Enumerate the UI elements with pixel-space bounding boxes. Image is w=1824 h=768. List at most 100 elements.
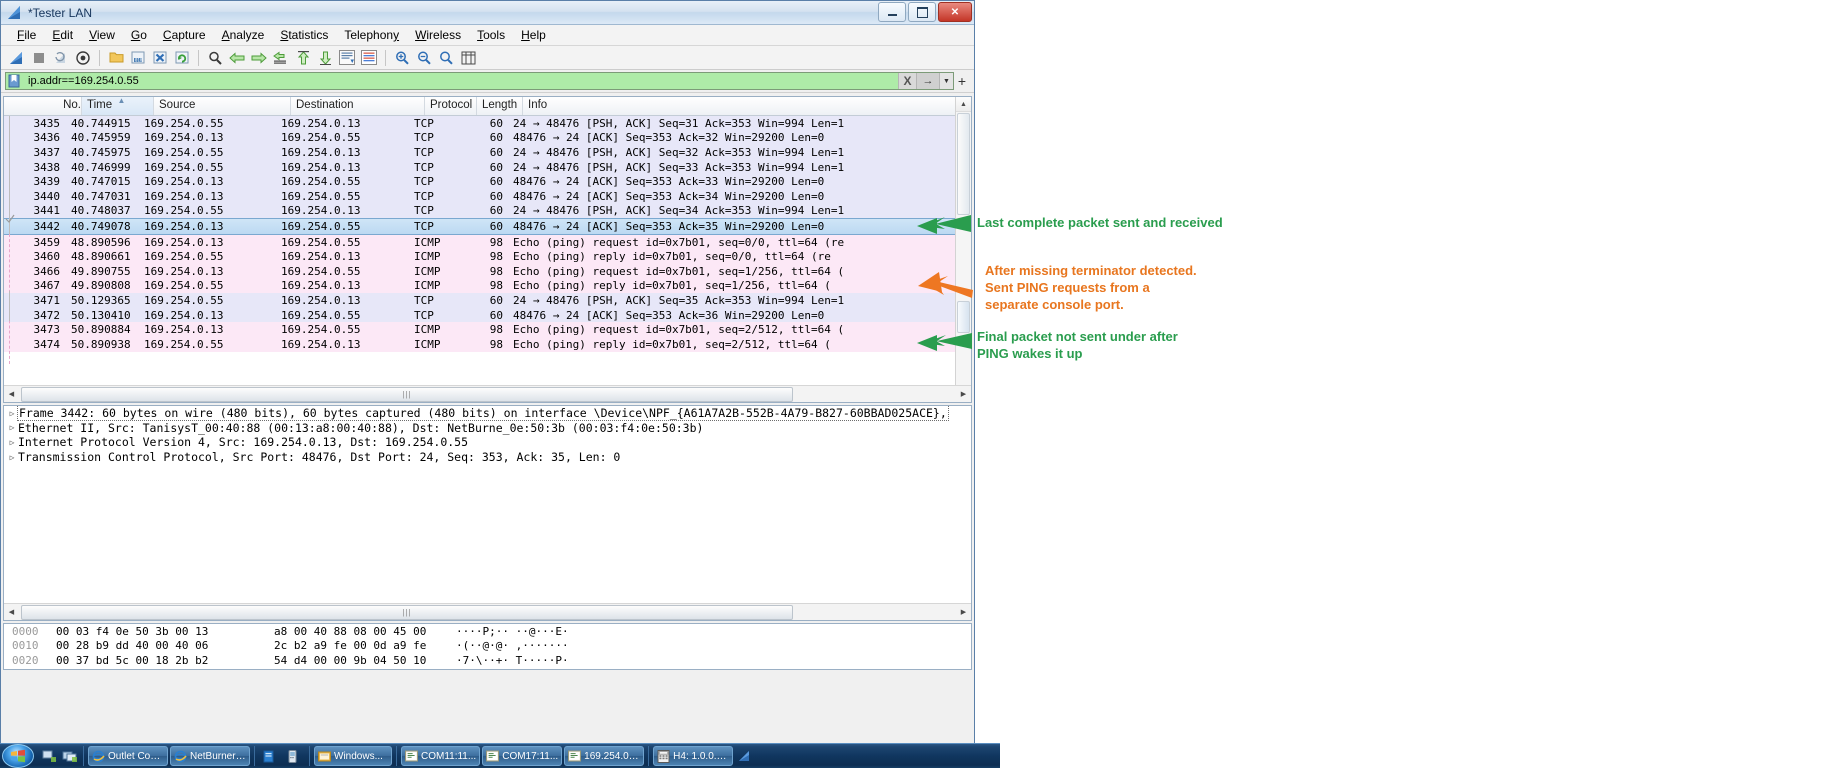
packet-detail-line[interactable]: ▷ Internet Protocol Version 4, Src: 169.2… [4,435,971,450]
column-header-info[interactable]: Info [523,97,971,115]
hexdump-row[interactable]: 0000 00 03 f4 0e 50 3b 00 13 a8 00 40 88 0… [4,624,971,639]
packet-detail-line[interactable]: ▷ Frame 3442: 60 bytes on wire (480 bits)… [4,406,971,422]
menu-capture[interactable]: Capture [155,26,214,44]
menu-file[interactable]: File [9,26,44,44]
menu-statistics[interactable]: Statistics [272,26,336,44]
go-last-packet-icon[interactable] [315,48,335,68]
packet-row[interactable]: 3442 40.749078 169.254.0.13 169.254.0.55 TCP… [4,218,971,235]
packet-details-hscroll-track[interactable]: ||| [19,605,956,620]
save-file-icon[interactable]: 010 [128,48,148,68]
minimize-button[interactable] [878,2,906,22]
reload-icon[interactable] [172,48,192,68]
packet-details-hscrollbar[interactable]: ◀ ||| ▶ [4,603,971,620]
scroll-right-arrow-icon[interactable]: ▶ [956,387,971,402]
column-header-destination[interactable]: Destination [291,97,425,115]
packet-list-vscroll-thumb[interactable] [957,113,970,215]
packet-list-vscrollbar[interactable]: ▲ ▼ [955,97,971,402]
packet-details-hscroll-thumb[interactable]: ||| [21,605,793,620]
menu-help[interactable]: Help [513,26,554,44]
taskbar-button[interactable]: H4: 1.0.0.3... [653,746,734,766]
details-scroll-right-arrow-icon[interactable]: ▶ [956,605,971,620]
column-header-time[interactable]: ▲ Time [82,97,154,115]
start-capture-icon[interactable] [7,48,27,68]
packet-row[interactable]: 3441 40.748037 169.254.0.55 169.254.0.13 TCP… [4,203,971,219]
menu-view[interactable]: View [81,26,123,44]
restart-capture-icon[interactable] [51,48,71,68]
go-to-packet-icon[interactable] [271,48,291,68]
go-forward-icon[interactable] [249,48,269,68]
packet-row[interactable]: 3437 40.745975 169.254.0.55 169.254.0.13 TCP… [4,145,971,160]
scroll-left-arrow-icon[interactable]: ◀ [4,387,19,402]
stop-capture-icon[interactable] [29,48,49,68]
packet-detail-line[interactable]: ▷ Transmission Control Protocol, Src Port… [4,450,971,465]
windows-start-orb-icon[interactable] [2,744,34,768]
auto-scroll-icon[interactable] [337,48,357,68]
packet-row[interactable]: 3459 48.890596 169.254.0.13 169.254.0.55 ICM… [4,234,971,250]
column-header-protocol[interactable]: Protocol [425,97,477,115]
colorize-icon[interactable] [359,48,379,68]
expand-triangle-icon[interactable]: ▷ [6,409,18,418]
column-header-source[interactable]: Source [154,97,291,115]
switch-window-icon[interactable] [61,747,79,765]
display-filter-input[interactable]: ip.addr==169.254.0.55 X → ▼ [5,72,954,90]
taskbar-button[interactable] [259,746,281,766]
menu-telephony[interactable]: Telephony [336,26,407,44]
packet-row[interactable]: 3473 50.890884 169.254.0.13 169.254.0.55 ICM… [4,322,971,337]
packet-detail-line[interactable]: ▷ Ethernet II, Src: TanisysT_00:40:88 (00… [4,421,971,436]
packet-row[interactable]: 3474 50.890938 169.254.0.55 169.254.0.13 ICM… [4,336,971,352]
go-first-packet-icon[interactable] [293,48,313,68]
taskbar-button[interactable]: COM17:11... [482,746,563,766]
packet-row[interactable]: 3438 40.746999 169.254.0.55 169.254.0.13 TCP… [4,159,971,175]
filter-history-dropdown[interactable]: ▼ [939,73,953,89]
packet-row[interactable]: 3435 40.744915 169.254.0.55 169.254.0.13 TCP… [4,116,971,131]
packet-list-hscroll-track[interactable]: ||| [19,387,956,402]
capture-options-icon[interactable] [73,48,93,68]
apply-filter-button[interactable]: → [916,73,939,89]
taskbar-button[interactable] [283,746,305,766]
taskbar-button[interactable]: COM11:11... [401,746,481,766]
clear-filter-button[interactable]: X [898,73,916,89]
menu-wireless[interactable]: Wireless [407,26,469,44]
maximize-button[interactable] [908,2,936,22]
taskbar-button[interactable]: Windows... [314,746,392,766]
zoom-in-icon[interactable] [392,48,412,68]
close-file-icon[interactable] [150,48,170,68]
taskbar-button[interactable] [735,746,757,766]
packet-row[interactable]: 3466 49.890755 169.254.0.13 169.254.0.55 ICM… [4,263,971,279]
packet-row[interactable]: 3436 40.745959 169.254.0.13 169.254.0.55 TCP… [4,130,971,146]
column-header-length[interactable]: Length [477,97,523,115]
menu-go[interactable]: Go [123,26,155,44]
packet-list-hscroll-thumb[interactable]: ||| [21,387,793,402]
zoom-reset-icon[interactable] [436,48,456,68]
menu-tools[interactable]: Tools [469,26,513,44]
packet-row[interactable]: 3472 50.130410 169.254.0.13 169.254.0.55 TCP… [4,307,971,323]
expand-triangle-icon[interactable]: ▷ [6,453,18,462]
taskbar-button[interactable]: NetBurner ... [170,746,250,766]
menu-edit[interactable]: Edit [44,26,81,44]
hexdump-row[interactable]: 0020 00 37 bd 5c 00 18 2b b2 54 d4 00 00 9… [4,653,971,668]
find-packet-icon[interactable] [205,48,225,68]
taskbar-button[interactable]: Outlet Con... [88,746,168,766]
show-desktop-icon[interactable] [40,747,58,765]
packet-row[interactable]: 3440 40.747031 169.254.0.13 169.254.0.55 TCP… [4,188,971,204]
resize-columns-icon[interactable] [458,48,478,68]
bookmark-icon[interactable] [7,74,21,88]
add-filter-button[interactable]: + [954,73,970,89]
go-back-icon[interactable] [227,48,247,68]
packet-row[interactable]: 3460 48.890661 169.254.0.55 169.254.0.13 ICM… [4,249,971,264]
close-button[interactable]: ✕ [938,2,972,22]
hexdump-row[interactable]: 0010 00 28 b9 dd 40 00 40 06 2c b2 a9 fe 0… [4,639,971,654]
details-scroll-left-arrow-icon[interactable]: ◀ [4,605,19,620]
packet-row[interactable]: 3471 50.129365 169.254.0.55 169.254.0.13 TCP… [4,293,971,308]
expand-triangle-icon[interactable]: ▷ [6,438,18,447]
packet-row[interactable]: 3439 40.747015 169.254.0.13 169.254.0.55 TCP… [4,174,971,189]
zoom-out-icon[interactable] [414,48,434,68]
scroll-up-arrow-icon[interactable]: ▲ [956,97,971,112]
expand-triangle-icon[interactable]: ▷ [6,423,18,432]
open-file-icon[interactable] [106,48,126,68]
packet-list-vscroll-thumb-lower[interactable] [957,301,970,333]
menu-analyze[interactable]: Analyze [214,26,273,44]
packet-row[interactable]: 3467 49.890808 169.254.0.55 169.254.0.13 ICM… [4,278,971,294]
taskbar-button[interactable]: 169.254.0.1... [564,746,645,766]
column-header-no[interactable]: No. [4,97,82,115]
